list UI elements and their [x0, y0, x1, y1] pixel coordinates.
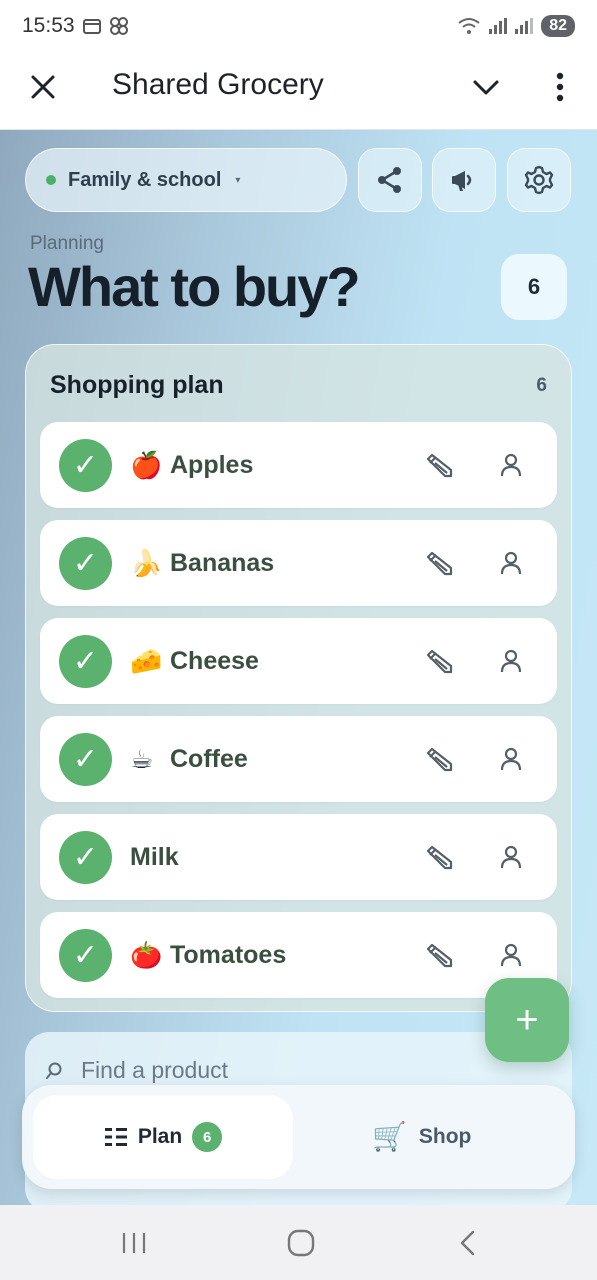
tab-plan-label: Plan: [137, 1125, 183, 1148]
recent-apps-icon[interactable]: [120, 1231, 148, 1255]
add-item-button[interactable]: +: [485, 978, 569, 1062]
search-icon: [46, 1062, 62, 1079]
list-item[interactable]: ✓ 🧀 Cheese: [40, 618, 557, 704]
announce-button[interactable]: [432, 148, 496, 212]
home-icon[interactable]: [286, 1229, 316, 1257]
check-icon[interactable]: ✓: [59, 831, 112, 884]
pencil-icon[interactable]: [424, 745, 454, 775]
app-header: Shared Grocery: [0, 52, 597, 130]
caret-down-icon: ▾: [235, 174, 241, 186]
tab-plan-badge: 6: [192, 1122, 223, 1152]
shopping-plan-card: Shopping plan 6 ✓ 🍎 Apples ✓ 🍌 Bananas ✓…: [25, 344, 572, 1012]
tab-shop[interactable]: 🛒 Shop: [372, 1095, 532, 1179]
section-subtitle: Planning: [30, 233, 104, 254]
main-content: Family & school ▾ Planning What to buy? …: [0, 130, 597, 1205]
wifi-icon: [458, 18, 480, 34]
back-icon[interactable]: [456, 1229, 480, 1257]
check-icon[interactable]: ✓: [59, 929, 112, 982]
share-button[interactable]: [358, 148, 422, 212]
status-right: 82: [457, 15, 575, 37]
item-name: Coffee: [170, 745, 248, 773]
more-options-icon[interactable]: [548, 70, 572, 104]
pencil-icon[interactable]: [424, 549, 454, 579]
page-title: Shared Grocery: [112, 68, 324, 101]
cheese-icon: 🧀: [130, 646, 163, 676]
check-icon[interactable]: ✓: [59, 733, 112, 786]
status-time: 15:53: [22, 14, 75, 37]
pencil-icon[interactable]: [424, 451, 454, 481]
status-bar: 15:53 82: [0, 0, 597, 52]
pencil-icon[interactable]: [424, 941, 454, 971]
cart-icon: 🛒: [372, 1121, 407, 1152]
item-name: Apples: [170, 451, 254, 479]
megaphone-icon: [452, 171, 472, 191]
bottom-nav: Plan 6 🛒 Shop: [22, 1085, 575, 1189]
list-icon: [104, 1128, 127, 1146]
battery-indicator: 82: [541, 15, 575, 37]
gear-icon: [524, 165, 554, 195]
check-icon[interactable]: ✓: [59, 439, 112, 492]
person-icon[interactable]: [499, 648, 523, 674]
search-input[interactable]: [81, 1052, 541, 1088]
item-name: Milk: [130, 843, 179, 871]
group-status-dot: [46, 175, 56, 185]
tab-shop-label: Shop: [418, 1125, 472, 1148]
item-count-badge: 6: [501, 254, 567, 320]
chevron-down-icon[interactable]: [470, 74, 502, 102]
system-nav-bar: [0, 1205, 597, 1280]
apple-icon: 🍎: [130, 450, 163, 480]
item-name: Tomatoes: [170, 941, 287, 969]
group-name: Family & school: [68, 168, 222, 191]
calendar-icon: [82, 19, 101, 34]
tab-plan[interactable]: Plan 6: [33, 1095, 293, 1179]
close-icon[interactable]: [28, 72, 58, 102]
plus-icon: +: [515, 998, 539, 1042]
list-item[interactable]: ✓ 🍅 Tomatoes: [40, 912, 557, 998]
person-icon[interactable]: [499, 550, 523, 576]
group-selector[interactable]: Family & school ▾: [25, 148, 347, 212]
app-notification-icon: [109, 17, 128, 35]
pencil-icon[interactable]: [424, 647, 454, 677]
person-icon[interactable]: [499, 844, 523, 870]
signal-icon: [489, 18, 508, 34]
share-icon: [378, 167, 401, 193]
person-icon[interactable]: [499, 942, 523, 968]
status-left: 15:53: [22, 14, 129, 38]
check-icon[interactable]: ✓: [59, 537, 112, 590]
plan-card-count: 6: [536, 375, 547, 396]
list-item[interactable]: ✓ Milk: [40, 814, 557, 900]
list-item[interactable]: ✓ 🍌 Bananas: [40, 520, 557, 606]
page-headline: What to buy?: [28, 255, 361, 318]
person-icon[interactable]: [499, 746, 523, 772]
person-icon[interactable]: [499, 452, 523, 478]
list-item[interactable]: ✓ 🍎 Apples: [40, 422, 557, 508]
coffee-icon: ☕: [130, 744, 154, 774]
signal-icon-2: [515, 18, 534, 34]
pencil-icon[interactable]: [424, 843, 454, 873]
settings-button[interactable]: [507, 148, 571, 212]
item-name: Cheese: [170, 647, 259, 675]
check-icon[interactable]: ✓: [59, 635, 112, 688]
plan-card-title: Shopping plan: [50, 371, 224, 399]
list-item[interactable]: ✓ ☕ Coffee: [40, 716, 557, 802]
tomato-icon: 🍅: [130, 940, 163, 970]
banana-icon: 🍌: [130, 548, 163, 578]
item-name: Bananas: [170, 549, 275, 577]
